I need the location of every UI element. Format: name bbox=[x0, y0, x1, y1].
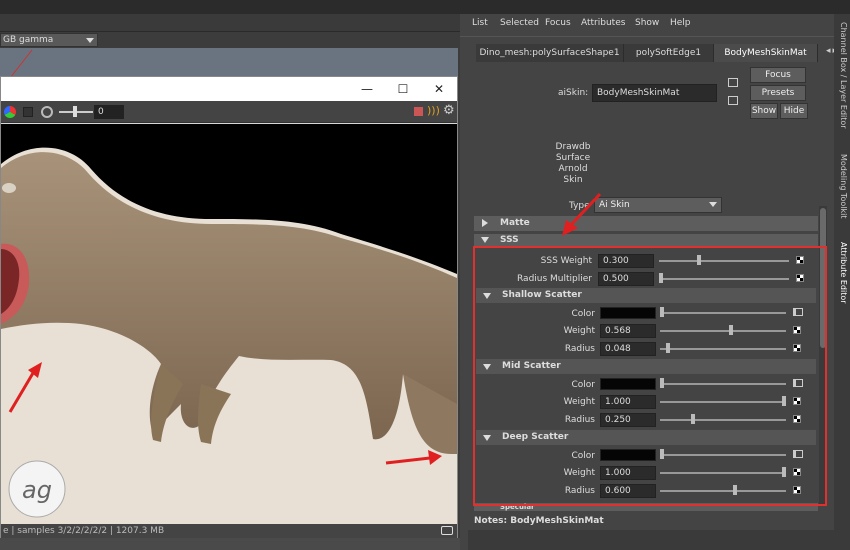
menu-selected[interactable]: Selected bbox=[500, 18, 539, 28]
presets-button[interactable]: Presets bbox=[750, 85, 806, 101]
chevron-down-icon bbox=[709, 202, 717, 207]
exposure-slider-thumb[interactable] bbox=[73, 106, 77, 117]
notes-node-name: BodyMeshSkinMat bbox=[510, 516, 604, 526]
viewport-panel: GB gamma — ☐ ✕ 0 ))) ⚙ e | samples 3/2/2… bbox=[0, 0, 460, 550]
color-gamma-dropdown[interactable]: GB gamma bbox=[0, 33, 98, 47]
show-button[interactable]: Show bbox=[750, 103, 778, 119]
side-tab-attribute-editor[interactable]: Attribute Editor bbox=[836, 242, 848, 304]
collapse-arrow-icon bbox=[481, 237, 489, 243]
menubar-divider bbox=[460, 36, 834, 44]
notes-textarea[interactable] bbox=[468, 530, 834, 550]
menu-attributes[interactable]: Attributes bbox=[581, 18, 625, 28]
side-tab-strip: Channel Box / Layer Editor Modeling Tool… bbox=[834, 14, 850, 550]
viewport-background bbox=[0, 48, 458, 79]
section-sss-header[interactable]: SSS bbox=[474, 234, 818, 246]
highlight-box bbox=[473, 246, 827, 506]
output-connection-icon[interactable] bbox=[728, 96, 738, 105]
exposure-icon[interactable] bbox=[41, 106, 53, 118]
input-connection-icon[interactable] bbox=[728, 78, 738, 87]
svg-text:ag: ag bbox=[22, 476, 52, 504]
side-tab-channel-box[interactable]: Channel Box / Layer Editor bbox=[836, 22, 848, 129]
side-tab-modeling-toolkit[interactable]: Modeling Toolkit bbox=[836, 154, 848, 218]
red-arrow-annotation bbox=[8, 362, 42, 413]
close-icon[interactable]: ✕ bbox=[431, 81, 447, 97]
section-sss-label: SSS bbox=[500, 235, 519, 245]
type-dropdown[interactable]: Ai Skin bbox=[594, 197, 722, 213]
tab-poly-soft-edge[interactable]: polySoftEdge1 bbox=[624, 44, 714, 62]
alpha-icon[interactable] bbox=[23, 107, 33, 117]
rgb-channels-icon[interactable] bbox=[4, 106, 16, 118]
node-type-label: aiSkin: bbox=[558, 88, 589, 98]
expand-arrow-icon bbox=[482, 219, 488, 227]
notes-header: Notes: BodyMeshSkinMat bbox=[474, 516, 604, 526]
minimize-icon[interactable]: — bbox=[359, 81, 375, 97]
node-tabs: Dino_mesh:polySurfaceShape1 polySoftEdge… bbox=[476, 44, 837, 62]
maximize-icon[interactable]: ☐ bbox=[395, 81, 411, 97]
notes-label: Notes: bbox=[474, 516, 508, 526]
node-name-field[interactable]: BodyMeshSkinMat bbox=[592, 84, 717, 102]
camera-icon[interactable] bbox=[441, 526, 453, 535]
render-window-titlebar: — ☐ ✕ bbox=[1, 77, 457, 101]
menu-focus[interactable]: Focus bbox=[545, 18, 571, 28]
viewport-bottom-strip bbox=[0, 538, 460, 550]
red-arrow-annotation bbox=[385, 450, 442, 465]
tab-dino-mesh-poly-surface-shape[interactable]: Dino_mesh:polySurfaceShape1 bbox=[476, 44, 624, 62]
classification-surface: Surface bbox=[555, 153, 591, 163]
classification-skin: Skin bbox=[563, 175, 583, 185]
watermark-logo: ag bbox=[8, 460, 66, 518]
menu-help[interactable]: Help bbox=[670, 18, 691, 28]
section-matte-header[interactable]: Matte bbox=[474, 216, 818, 231]
render-view-toolbar: 0 ))) ⚙ bbox=[1, 101, 457, 123]
menu-list[interactable]: List bbox=[472, 18, 488, 28]
exposure-value-field[interactable]: 0 bbox=[94, 105, 124, 119]
tab-body-mesh-skin-mat[interactable]: BodyMeshSkinMat bbox=[714, 44, 818, 62]
gamma-label: GB gamma bbox=[3, 35, 54, 45]
ipr-icon[interactable]: ))) bbox=[427, 104, 440, 117]
ae-top-strip bbox=[460, 0, 850, 14]
render-status-text: e | samples 3/2/2/2/2/2 | 1207.3 MB bbox=[3, 526, 165, 536]
viewport-top-strip bbox=[0, 0, 460, 14]
classification-arnold: Arnold bbox=[558, 164, 588, 174]
hide-button[interactable]: Hide bbox=[780, 103, 808, 119]
section-matte-label: Matte bbox=[500, 218, 530, 228]
focus-button[interactable]: Focus bbox=[750, 67, 806, 83]
gear-icon[interactable]: ⚙ bbox=[443, 103, 455, 118]
classification-drawdb: Drawdb bbox=[555, 142, 591, 152]
render-status-bar: e | samples 3/2/2/2/2/2 | 1207.3 MB bbox=[1, 524, 457, 538]
classification-list: Drawdb Surface Arnold Skin bbox=[550, 142, 596, 186]
stop-render-icon[interactable] bbox=[414, 107, 423, 116]
menu-show[interactable]: Show bbox=[635, 18, 659, 28]
red-arrow-annotation bbox=[562, 192, 602, 236]
chevron-down-icon bbox=[86, 38, 94, 43]
viewport-toolbar bbox=[0, 14, 460, 32]
attribute-editor-menubar: List Selected Focus Attributes Show Help bbox=[460, 14, 834, 34]
